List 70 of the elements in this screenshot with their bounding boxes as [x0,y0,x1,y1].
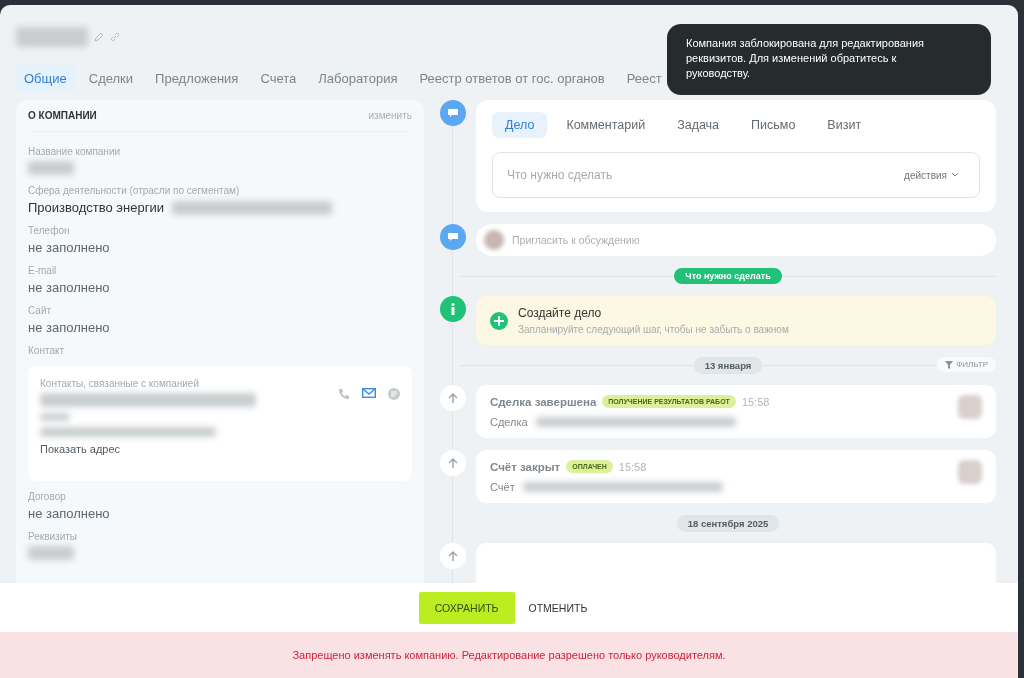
tab[interactable]: Сделки [80,65,142,92]
activity-tab[interactable]: Задача [664,112,733,138]
card-title: О КОМПАНИИ [28,110,97,121]
event-title: Сделка завершена [490,395,597,408]
field-label: E-mail [28,265,58,276]
field-value: не заполнено [28,280,111,295]
event-label: Счёт [490,481,515,493]
activity-tab[interactable]: Комментарий [553,112,659,138]
avatar [484,230,504,250]
tab[interactable]: Реестр ответов от гос. органов [411,65,613,92]
avatar [958,460,982,484]
filter-button[interactable]: ФИЛЬТР [937,357,996,372]
blurred-value [28,546,74,560]
chevron-down-icon [951,172,959,178]
field-label: Договор [28,491,67,502]
date-label: 18 сентября 2025 [676,514,780,532]
mail-icon[interactable] [362,388,376,398]
event-title: Счёт закрыт [490,460,561,473]
link-icon[interactable] [110,32,120,42]
field-label: Название компании [28,146,122,157]
save-button[interactable]: СОХРАНИТЬ [418,591,515,624]
section-badge: Что нужно сделать [674,268,782,284]
tab[interactable]: Предложения [147,65,247,92]
banner-title: Создайте дело [518,306,603,320]
field-value: Производство энергии [28,200,164,215]
create-task-banner[interactable]: Создайте дело Запланируйте следующий шаг, чтобы не забыть о важном [476,296,996,345]
activity-tab[interactable]: Визит [814,112,875,138]
blurred-value [28,161,74,175]
event-time: 15:58 [618,460,647,473]
task-input-field[interactable]: Что нужно сделать действия [492,152,980,198]
date-label: 13 января [693,356,763,374]
filter-icon [945,360,954,369]
field-label: Контакт [28,345,65,356]
cancel-button[interactable]: ОТМЕНИТЬ [516,591,600,624]
field-label: Сфера деятельности (отрасли по сегментам) [28,185,241,196]
error-message: Запрещено изменять компанию. Редактирование разрешено только руководителям. [0,632,1018,678]
avatar [958,395,982,419]
contact-label: Контакты, связанные с компанией [40,378,201,389]
banner-subtitle: Запланируйте следующий шаг, чтобы не забыть о важном [518,324,789,335]
locked-toast: Компания заблокирована для редактирования реквизитов. Для изменений обратитесь к руководству. [667,24,991,95]
plus-icon[interactable] [490,311,508,330]
blurred-value [40,413,70,421]
field-value: не заполнено [28,506,111,521]
arrow-up-icon [447,457,459,469]
field-label: Телефон [28,225,71,236]
activity-tab[interactable]: Дело [492,112,548,138]
chat-bubble-icon[interactable] [388,388,400,400]
info-icon [440,296,466,322]
field-label: Реквизиты [28,531,78,542]
arrow-up-icon [447,392,459,404]
chat-icon [447,231,459,243]
chat-icon [447,107,459,119]
tab[interactable]: Реест [618,65,670,92]
arrow-up-icon [447,550,459,562]
event-time: 15:58 [741,395,770,408]
tab[interactable]: Общие [16,65,75,92]
field-value: не заполнено [28,240,111,255]
actions-dropdown[interactable]: действия [898,168,965,182]
event-label: Сделка [490,416,528,428]
field-value: не заполнено [28,320,111,335]
blurred-title [16,27,88,47]
field-label: Сайт [28,305,53,316]
phone-icon[interactable] [338,388,350,400]
show-address-link[interactable]: Показать адрес [40,443,400,455]
tab[interactable]: Счета [252,65,305,92]
pencil-icon[interactable] [94,32,104,42]
tab[interactable]: Лаборатория [310,65,406,92]
edit-link[interactable]: изменить [368,110,412,121]
activity-tab[interactable]: Письмо [738,112,809,138]
invite-field[interactable]: Пригласить к обсуждению [476,224,996,256]
